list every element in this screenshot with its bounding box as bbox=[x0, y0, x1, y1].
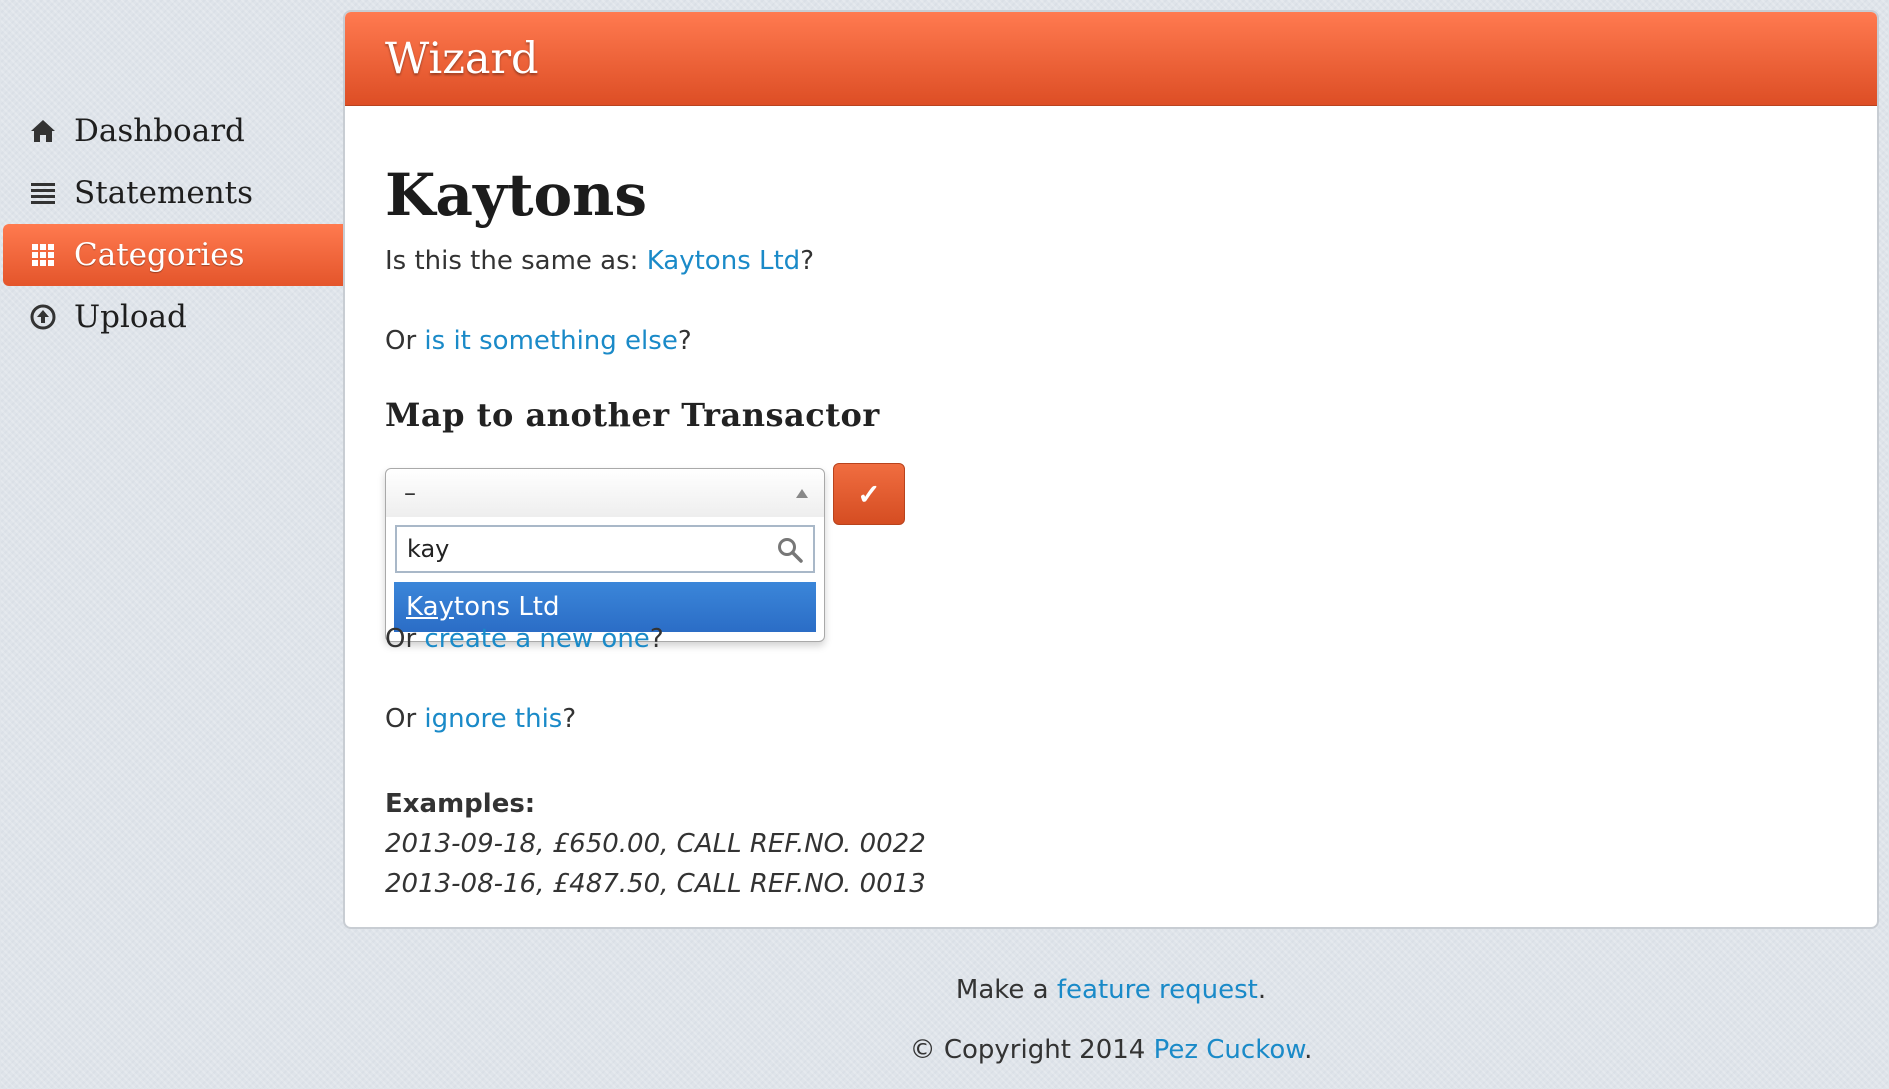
panel-header: Wizard bbox=[345, 12, 1877, 106]
example-row: 2013-08-16, £487.50, CALL REF.NO. 0013 bbox=[385, 869, 926, 899]
something-else-link[interactable]: is it something else bbox=[424, 326, 677, 356]
sidebar-nav: Dashboard Statements Categories Upload bbox=[0, 100, 343, 348]
or-text: Or bbox=[385, 326, 425, 356]
footer-period: . bbox=[1257, 975, 1267, 1005]
question-mark: ? bbox=[677, 326, 692, 356]
or-text: Or bbox=[385, 704, 425, 734]
caret-up-icon bbox=[796, 488, 808, 498]
something-else-line: Or is it something else? bbox=[385, 326, 692, 356]
search-icon bbox=[778, 538, 803, 563]
panel-title: Wizard bbox=[385, 33, 539, 84]
or-text: Or bbox=[385, 624, 425, 654]
sidebar-item-label: Upload bbox=[74, 299, 187, 335]
same-as-link[interactable]: Kaytons Ltd bbox=[647, 246, 801, 276]
feature-request-line: Make a feature request. bbox=[343, 975, 1879, 1005]
footer-period: . bbox=[1304, 1035, 1313, 1065]
grid-icon bbox=[28, 240, 58, 270]
select-value: – bbox=[404, 479, 416, 507]
same-as-line: Is this the same as: Kaytons Ltd? bbox=[385, 246, 814, 276]
option-rest-text: tons Ltd bbox=[453, 592, 560, 622]
sidebar-item-label: Categories bbox=[74, 237, 245, 273]
search-input[interactable] bbox=[407, 535, 747, 563]
confirm-map-button[interactable]: ✓ bbox=[833, 463, 905, 525]
wizard-panel: Wizard Kaytons Is this the same as: Kayt… bbox=[343, 10, 1879, 929]
create-new-line: Or create a new one? bbox=[385, 624, 664, 654]
create-new-link[interactable]: create a new one bbox=[424, 624, 649, 654]
footer-text: Make a bbox=[955, 975, 1057, 1005]
sidebar-item-label: Statements bbox=[74, 175, 254, 211]
option-match-text: Kay bbox=[406, 592, 454, 622]
search-field[interactable] bbox=[395, 525, 815, 573]
ignore-link[interactable]: ignore this bbox=[424, 704, 562, 734]
sidebar-item-statements[interactable]: Statements bbox=[0, 162, 343, 224]
page-title: Kaytons bbox=[385, 161, 647, 229]
transactor-select[interactable]: – Kaytons Ltd bbox=[385, 468, 825, 642]
select-current[interactable]: – bbox=[386, 469, 824, 517]
sidebar-item-categories[interactable]: Categories bbox=[3, 224, 343, 286]
sidebar-item-label: Dashboard bbox=[74, 113, 245, 149]
same-as-text: Is this the same as: bbox=[385, 246, 647, 276]
question-mark: ? bbox=[800, 246, 815, 276]
sidebar-item-dashboard[interactable]: Dashboard bbox=[0, 100, 343, 162]
check-icon: ✓ bbox=[857, 478, 881, 510]
copyright-line: © Copyright 2014 Pez Cuckow. bbox=[343, 1035, 1879, 1065]
list-icon bbox=[28, 178, 58, 208]
examples-title: Examples: bbox=[385, 789, 536, 819]
author-link[interactable]: Pez Cuckow bbox=[1154, 1035, 1305, 1065]
home-icon bbox=[28, 116, 58, 146]
question-mark: ? bbox=[649, 624, 664, 654]
ignore-line: Or ignore this? bbox=[385, 704, 576, 734]
upload-circle-icon bbox=[28, 302, 58, 332]
sidebar-item-upload[interactable]: Upload bbox=[0, 286, 343, 348]
feature-request-link[interactable]: feature request bbox=[1057, 975, 1258, 1005]
question-mark: ? bbox=[562, 704, 577, 734]
example-row: 2013-09-18, £650.00, CALL REF.NO. 0022 bbox=[385, 829, 926, 859]
copyright-text: © Copyright 2014 bbox=[909, 1035, 1154, 1065]
map-heading: Map to another Transactor bbox=[385, 396, 880, 434]
